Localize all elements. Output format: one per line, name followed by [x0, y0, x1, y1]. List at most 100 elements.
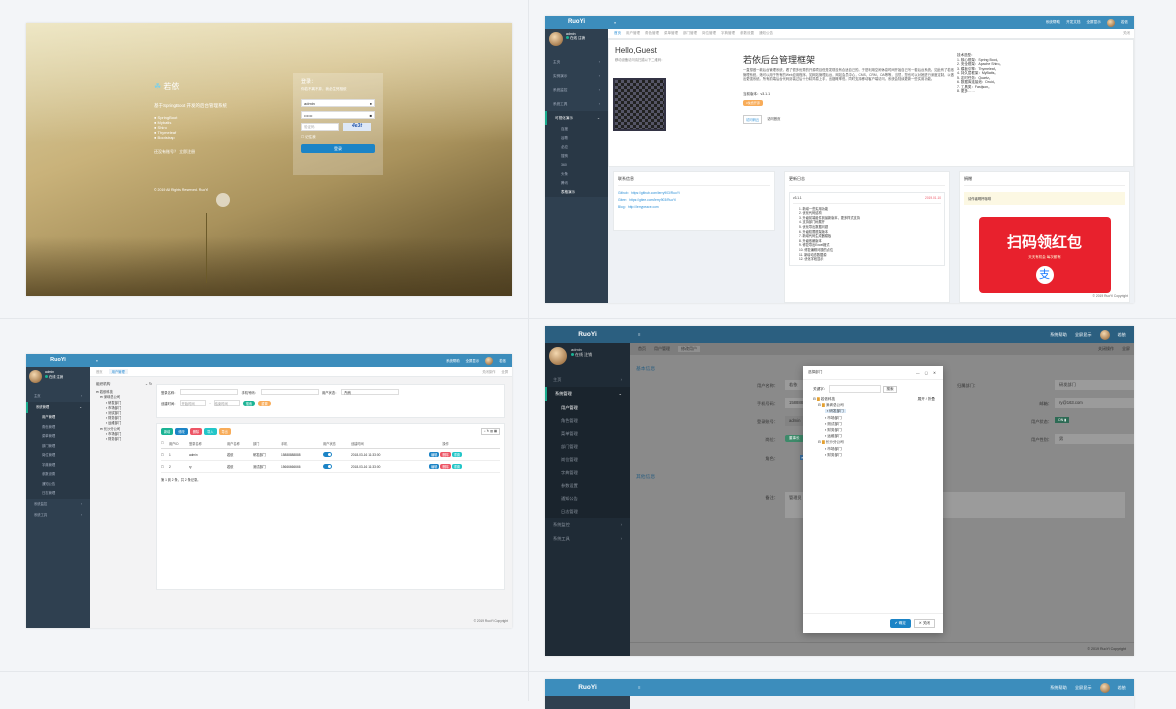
submenu-item[interactable]: 百度	[545, 125, 608, 134]
password-input[interactable]: •••••• ■	[301, 111, 375, 119]
tab-user[interactable]: 用户管理	[654, 346, 670, 352]
collapse-link[interactable]: 折叠	[928, 397, 935, 401]
login-button[interactable]: 登录	[301, 144, 375, 153]
menu-home[interactable]: 主页 ›	[26, 391, 90, 402]
menu-toggle-icon[interactable]: ≡	[638, 332, 640, 337]
tab-home[interactable]: 首页	[614, 31, 621, 36]
submenu-item[interactable]: 通知公告	[545, 492, 630, 505]
tree-node[interactable]: ▪ 财务部门	[96, 437, 152, 442]
logout-link[interactable]: 注销	[57, 375, 64, 379]
submenu-item[interactable]: 谷歌	[545, 134, 608, 143]
logout-link[interactable]: 注销	[578, 36, 585, 40]
menu-monitor[interactable]: 系统监控 ›	[545, 83, 608, 97]
submenu-item[interactable]: 必应	[545, 143, 608, 152]
row-delete-button[interactable]: 删除	[440, 452, 451, 457]
table-row[interactable]: ☐ 2 ry 若依 测试部门 15666666666 2018-03-16 11:33:00…	[161, 461, 500, 473]
toolbar-user[interactable]: 若依	[1118, 685, 1126, 691]
menu-toggle-icon[interactable]: ≡	[96, 359, 98, 363]
submenu-item[interactable]: 日志管理	[545, 505, 630, 518]
tab-fullscreen[interactable]: 全屏	[1122, 346, 1130, 352]
contact-github[interactable]: Github：https://github.com/lerry903/RuoYi	[618, 190, 770, 197]
submenu-item[interactable]: 头条	[545, 170, 608, 179]
toolbar-avatar[interactable]	[1099, 329, 1110, 340]
submenu-item[interactable]: 字典管理	[545, 466, 630, 479]
submenu-item[interactable]: 部门管理	[26, 442, 90, 452]
menu-home[interactable]: 主页 ›	[545, 55, 608, 69]
tree-tools-icon[interactable]: ⌄ ↻	[145, 382, 152, 387]
remember-checkbox[interactable]: ☐ 记住我	[301, 135, 375, 140]
tab-item[interactable]: 参数设置	[740, 31, 754, 36]
status-toggle[interactable]	[323, 464, 332, 469]
contact-gitee[interactable]: Gitee：https://gitee.com/lerry903/RuoYi	[618, 197, 770, 204]
add-button[interactable]: 新增	[161, 428, 174, 435]
menu-monitor[interactable]: 系统监控 ›	[26, 499, 90, 510]
submenu-item[interactable]: 腾讯	[545, 179, 608, 188]
toolbar-help[interactable]: 系统帮助	[1046, 20, 1060, 25]
toolbar-fullscreen[interactable]: 全屏显示	[466, 358, 480, 363]
tab-item[interactable]: 用户管理	[626, 31, 640, 36]
phone-input[interactable]	[260, 389, 319, 395]
tab-user[interactable]: 用户管理	[108, 369, 128, 374]
menu-system[interactable]: 系统管理 ⌄	[26, 402, 90, 413]
table-tools-icon[interactable]: ⌕ ↻ ▥ ▦	[480, 428, 500, 435]
captcha-input[interactable]: 验证码	[301, 123, 339, 131]
submenu-item[interactable]: 岗位管理	[26, 451, 90, 461]
sex-select[interactable]: 男▾	[1055, 434, 1134, 444]
submenu-item[interactable]: 360	[545, 161, 608, 170]
status-switch[interactable]: ON ▮	[1055, 417, 1070, 423]
tab-close[interactable]: 关闭	[1123, 31, 1130, 36]
toolbar-avatar[interactable]	[1106, 18, 1115, 27]
menu-monitor[interactable]: 系统监控 ›	[545, 518, 630, 532]
export-button[interactable]: 导出	[218, 428, 231, 435]
submenu-item[interactable]: 部门管理	[545, 440, 630, 453]
toolbar-fullscreen[interactable]: 全屏显示	[1075, 685, 1092, 691]
menu-toggle-icon[interactable]: ≡	[614, 21, 616, 25]
row-edit-button[interactable]: 编辑	[428, 464, 440, 469]
submenu-item[interactable]: 岗位管理	[545, 453, 630, 466]
toolbar-avatar[interactable]	[1099, 682, 1110, 693]
tab-item[interactable]: 部门管理	[683, 31, 697, 36]
submenu-item[interactable]: 搜狗	[545, 152, 608, 161]
modal-close-button[interactable]: ✕ 关闭	[913, 619, 935, 628]
visit-home-button[interactable]: 访问首页	[765, 115, 782, 124]
menu-tool[interactable]: 系统工具 ›	[545, 532, 630, 546]
menu-tool[interactable]: 系统工具 ›	[26, 510, 90, 521]
edit-button[interactable]: 修改	[175, 428, 188, 435]
tab-item[interactable]: 菜单管理	[664, 31, 678, 36]
username-input[interactable]: admin ●	[301, 99, 375, 107]
row-edit-button[interactable]: 编辑	[428, 452, 440, 457]
post-tag[interactable]: 董事长	[785, 435, 804, 442]
modal-search-button[interactable]: 搜索	[883, 385, 897, 393]
register-link[interactable]: 还没有账号？ 立即注册	[154, 149, 195, 155]
tab-close-ops[interactable]: 关闭操作	[1098, 346, 1114, 352]
visit-gitee-button[interactable]: 访问码云	[743, 115, 763, 124]
submenu-item[interactable]: 菜单管理	[26, 432, 90, 442]
keyword-input[interactable]	[829, 385, 882, 393]
status-select[interactable]: 所有	[341, 389, 400, 395]
submenu-item[interactable]: 参数设置	[26, 470, 90, 480]
menu-tool[interactable]: 系统工具 ›	[545, 97, 608, 111]
menu-visual[interactable]: 可视化演示 ⌄	[545, 111, 608, 125]
submenu-item[interactable]: 角色管理	[26, 423, 90, 433]
tab-home[interactable]: 首页	[638, 346, 646, 352]
end-date-input[interactable]: 结束时间	[213, 400, 240, 406]
avatar[interactable]	[549, 32, 563, 46]
submenu-item[interactable]: 日志管理	[26, 489, 90, 499]
toolbar-user[interactable]: 若依	[1121, 20, 1128, 25]
email-input[interactable]: ry@163.com	[1055, 398, 1134, 408]
expand-link[interactable]: 展开	[918, 397, 925, 401]
toolbar-avatar[interactable]	[485, 356, 494, 365]
toolbar-user[interactable]: 若依	[499, 358, 506, 363]
tab-close-ops[interactable]: 关闭操作	[482, 369, 495, 374]
start-date-input[interactable]: 开始时间	[180, 400, 207, 406]
tab-item[interactable]: 角色管理	[645, 31, 659, 36]
row-reset-button[interactable]: 重置	[451, 464, 463, 469]
submenu-item[interactable]: 角色管理	[545, 414, 630, 427]
logout-link[interactable]: 注销	[584, 352, 592, 357]
row-reset-button[interactable]: 重置	[451, 452, 463, 457]
table-row[interactable]: ☐ 1 admin 若依 研发部门 15888888888 2018-03-16 11:33…	[161, 449, 500, 461]
tab-edit-user[interactable]: 修改用户	[678, 346, 700, 352]
captcha-image[interactable]: 4e3t	[343, 123, 371, 131]
tab-item[interactable]: 字典管理	[721, 31, 735, 36]
dept-input[interactable]: 研发部门⌕	[1055, 380, 1134, 390]
